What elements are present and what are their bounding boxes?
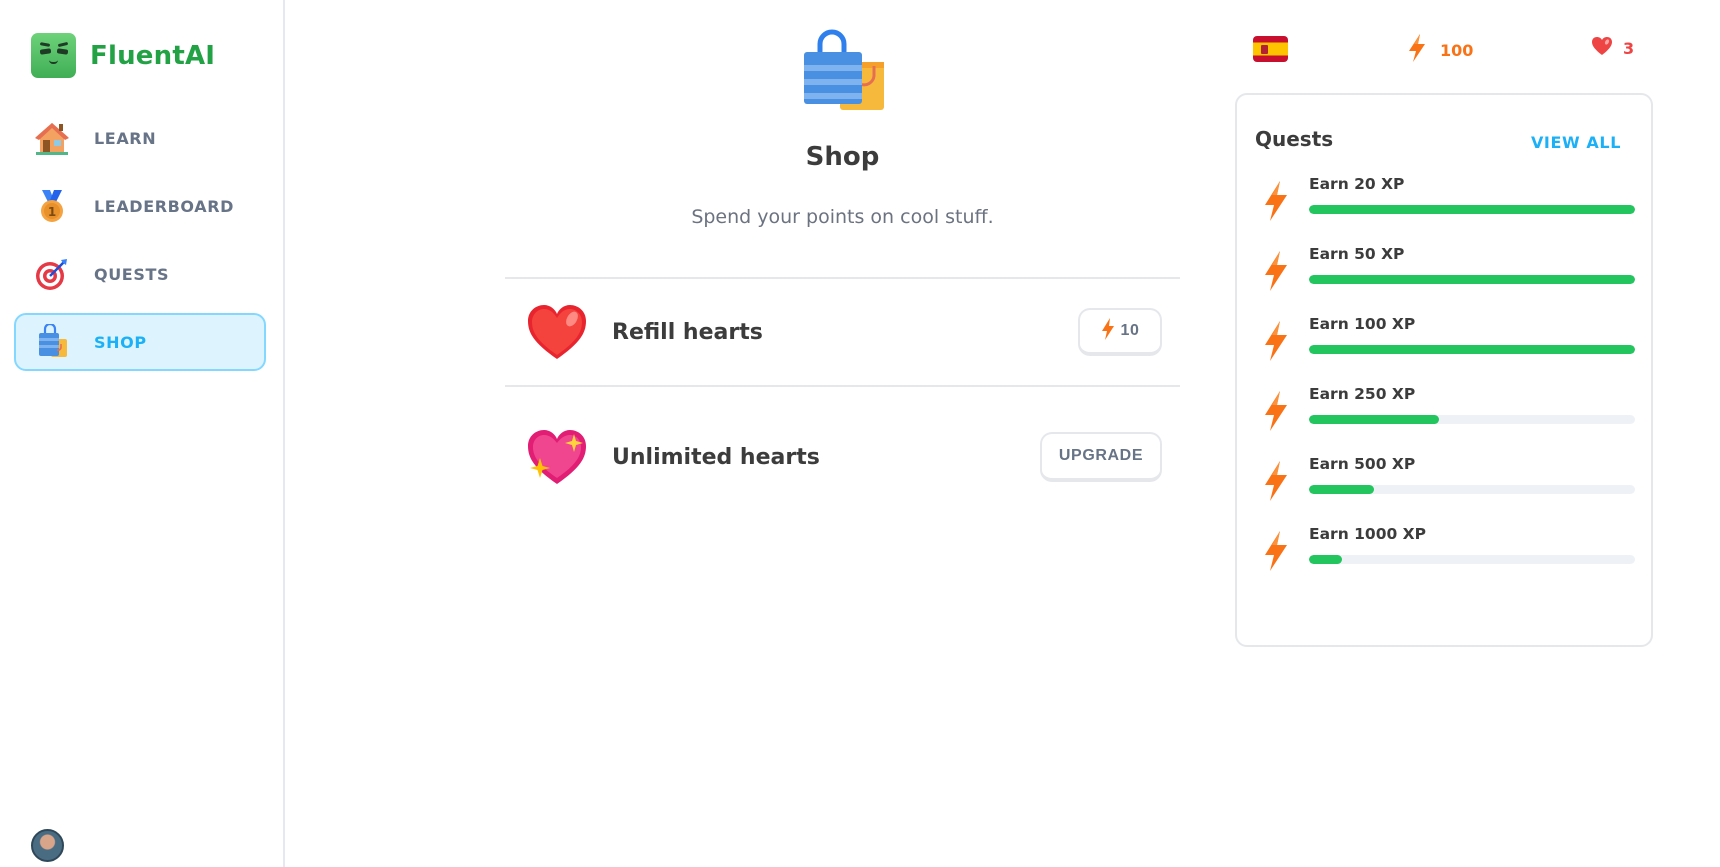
quest-label: Earn 20 XP [1309, 175, 1405, 193]
bolt-icon [1263, 531, 1289, 571]
shopping-bag-icon [34, 324, 70, 360]
shop-item-title: Refill hearts [612, 319, 763, 345]
bolt-icon [1263, 181, 1289, 221]
quest-progress-fill [1309, 485, 1375, 494]
bolt-icon [1263, 251, 1289, 291]
quest-progress-bar [1309, 205, 1635, 214]
bolt-icon [1263, 391, 1289, 431]
target-icon [34, 256, 70, 292]
spain-flag-icon[interactable] [1253, 36, 1288, 62]
shop-item-title: Unlimited hearts [612, 444, 820, 470]
svg-text:1: 1 [48, 205, 56, 219]
hearts-count[interactable]: 3 [1591, 36, 1634, 60]
house-icon [34, 120, 70, 156]
sidebar-item-quests[interactable]: QUESTS [14, 245, 266, 303]
refill-cost: 10 [1120, 322, 1140, 339]
quest-progress-bar [1309, 555, 1635, 564]
sidebar-item-learn[interactable]: LEARN [14, 109, 266, 167]
shop-item-list: Refill hearts 10 Unlimited hearts UPGRAD… [505, 277, 1180, 527]
quest-item: Earn 50 XP [1263, 245, 1635, 305]
quest-progress-bar [1309, 415, 1635, 424]
quest-label: Earn 250 XP [1309, 385, 1416, 403]
sidebar-item-label: LEARN [94, 128, 157, 148]
sidebar-item-label: QUESTS [94, 264, 170, 284]
quest-progress-fill [1309, 415, 1440, 424]
quest-progress-bar [1309, 485, 1635, 494]
xp-points[interactable]: 100 [1408, 34, 1473, 66]
page-title: Shop [805, 142, 880, 172]
user-stats-bar: 100 3 [1251, 30, 1651, 66]
quest-item: Earn 250 XP [1263, 385, 1635, 445]
quests-panel: Quests VIEW ALL Earn 20 XP Earn 50 XP Earn… [1235, 93, 1653, 647]
app-logo[interactable]: FluentAI [31, 33, 215, 78]
quest-progress-fill [1309, 205, 1635, 214]
upgrade-button[interactable]: UPGRADE [1040, 432, 1162, 482]
refill-hearts-button[interactable]: 10 [1078, 308, 1162, 356]
sidebar-item-label: SHOP [94, 332, 147, 352]
quest-item: Earn 500 XP [1263, 455, 1635, 515]
quest-label: Earn 50 XP [1309, 245, 1405, 263]
quest-item: Earn 100 XP [1263, 315, 1635, 375]
quest-progress-fill [1309, 555, 1342, 564]
sparkling-heart-icon [526, 426, 588, 488]
quest-progress-fill [1309, 345, 1635, 354]
bolt-icon [1263, 461, 1289, 501]
mascot-logo-icon [31, 33, 76, 78]
quest-item: Earn 20 XP [1263, 175, 1635, 235]
sidebar-item-shop[interactable]: SHOP [14, 313, 266, 371]
xp-value: 100 [1440, 40, 1474, 60]
bolt-icon [1408, 34, 1426, 66]
user-avatar[interactable] [31, 829, 64, 862]
app-name: FluentAI [90, 40, 216, 71]
bolt-icon [1101, 317, 1115, 345]
heart-icon [1591, 36, 1613, 60]
sidebar: FluentAI LEARN 1 LEADERBOARD QUESTS SHOP [0, 0, 285, 867]
quest-item: Earn 1000 XP [1263, 525, 1635, 585]
view-all-link[interactable]: VIEW ALL [1531, 133, 1621, 152]
quest-label: Earn 500 XP [1309, 455, 1416, 473]
sidebar-item-label: LEADERBOARD [94, 196, 234, 216]
quest-label: Earn 100 XP [1309, 315, 1416, 333]
shop-item-unlimited-hearts: Unlimited hearts UPGRADE [505, 385, 1180, 527]
quest-progress-bar [1309, 345, 1635, 354]
shopping-bag-icon [798, 28, 888, 122]
medal-icon: 1 [34, 188, 70, 224]
heart-icon [526, 301, 588, 363]
quest-progress-fill [1309, 275, 1635, 284]
quest-label: Earn 1000 XP [1309, 525, 1426, 543]
shop-header: Shop Spend your points on cool stuff. [505, 28, 1180, 228]
shop-item-refill-hearts: Refill hearts 10 [505, 279, 1180, 385]
quest-progress-bar [1309, 275, 1635, 284]
sidebar-item-leaderboard[interactable]: 1 LEADERBOARD [14, 177, 266, 235]
sidebar-nav: LEARN 1 LEADERBOARD QUESTS SHOP [14, 109, 266, 381]
quests-title: Quests [1255, 127, 1334, 151]
hearts-value: 3 [1623, 38, 1635, 58]
bolt-icon [1263, 321, 1289, 361]
page-subtitle: Spend your points on cool stuff. [691, 206, 994, 228]
